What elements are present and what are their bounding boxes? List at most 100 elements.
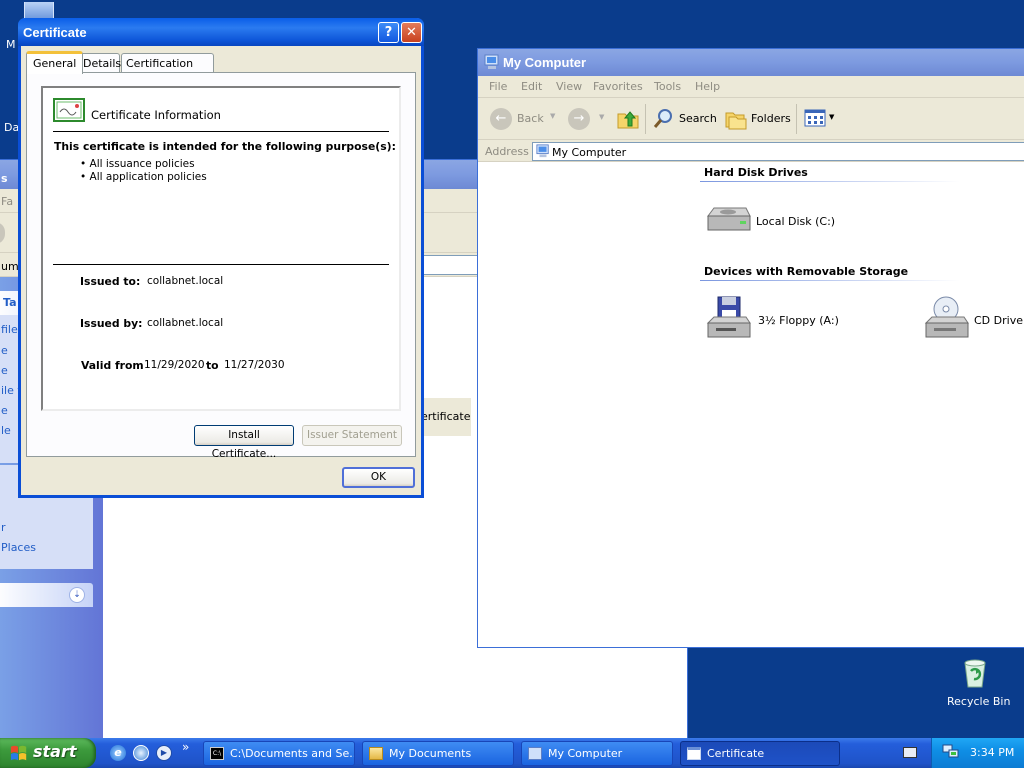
address-field[interactable]: My Computer	[532, 142, 1024, 161]
side-link-8[interactable]: e	[1, 404, 8, 417]
quick-launch-chevron[interactable]: »	[182, 740, 189, 754]
task-pane-panel-3[interactable]: ⇣	[0, 583, 93, 607]
up-folder-icon[interactable]	[616, 106, 640, 130]
floppy-drive-icon	[706, 296, 751, 338]
quick-launch-media-player-icon[interactable]: ▶	[156, 745, 172, 761]
menu-edit[interactable]: Edit	[521, 80, 542, 93]
drive-cd-rom[interactable]: CD Drive (	[922, 295, 1024, 343]
tab-label: Details	[83, 57, 122, 70]
computer-icon	[528, 747, 542, 760]
menu-favorites[interactable]: Favorites	[593, 80, 643, 93]
section-heading-removable: Devices with Removable Storage	[704, 265, 909, 278]
network-icon[interactable]	[942, 744, 960, 760]
side-link-5[interactable]: e	[1, 344, 8, 357]
my-computer-titlebar[interactable]: My Computer	[478, 49, 1024, 76]
certificate-dialog: Certificate ? ✕ General Details Certific…	[18, 18, 424, 498]
window-icon	[687, 747, 701, 760]
views-button[interactable]: ▼	[804, 108, 838, 130]
side-label-1: Fa	[1, 195, 14, 208]
taskbar-button-label: My Documents	[389, 747, 472, 760]
back-arrow-icon: ←	[490, 108, 512, 130]
menu-file[interactable]: File	[489, 80, 507, 93]
computer-icon	[484, 54, 499, 69]
chevron-down-icon[interactable]: ▼	[599, 113, 604, 121]
desktop-icon-label: M	[6, 38, 16, 51]
drive-label: CD Drive (	[974, 314, 1024, 327]
quick-launch-ie[interactable]: e	[110, 745, 126, 761]
tab-label: General	[33, 57, 77, 70]
section-divider	[700, 181, 960, 182]
taskbar-button-my-computer[interactable]: My Computer	[521, 741, 673, 766]
taskbar-button-my-documents[interactable]: My Documents	[362, 741, 514, 766]
purpose-item-application: • All application policies	[80, 171, 207, 183]
ok-button[interactable]: OK	[342, 467, 415, 488]
dialog-title: Certificate	[23, 25, 87, 40]
content-area: Hard Disk Drives Local Disk (C:) Devices…	[690, 162, 1024, 642]
side-link-6[interactable]: e	[1, 364, 8, 377]
side-link-9[interactable]: le	[1, 424, 11, 437]
folders-icon	[725, 112, 747, 130]
side-label-0: s	[1, 172, 8, 185]
clock[interactable]: 3:34 PM	[970, 746, 1014, 759]
section-divider	[700, 280, 960, 281]
address-value: My Computer	[552, 146, 627, 159]
address-bar: Address My Computer	[478, 140, 1024, 162]
views-icon	[804, 109, 826, 127]
taskbar-button-cmd[interactable]: C:\ C:\Documents and Se...	[203, 741, 355, 766]
button-label: OK	[370, 471, 387, 483]
menu-view[interactable]: View	[556, 80, 582, 93]
back-arrow-icon[interactable]	[0, 222, 5, 244]
start-label: start	[33, 742, 77, 761]
search-icon	[653, 109, 672, 128]
forward-button[interactable]: →	[568, 108, 590, 130]
drive-local-disk-c[interactable]: Local Disk (C:)	[704, 202, 854, 238]
computer-icon	[536, 144, 549, 158]
folders-button[interactable]: Folders	[722, 106, 792, 132]
install-certificate-button[interactable]: Install Certificate...	[194, 425, 294, 460]
taskbar-button-label: C:\Documents and Se...	[230, 747, 355, 760]
taskbar-button-label: My Computer	[548, 747, 623, 760]
tab-certification-path[interactable]: Certification Path	[121, 53, 214, 89]
back-button[interactable]: ← Back ▼	[488, 106, 564, 132]
details-divider	[53, 264, 389, 265]
search-label: Search	[679, 112, 717, 125]
desktop-icon-label-documents[interactable]: Da	[4, 121, 19, 134]
info-divider	[53, 131, 389, 132]
cmd-icon: C:\	[210, 747, 224, 760]
file-item-certificate[interactable]: ertificate	[421, 398, 471, 436]
drive-floppy-a[interactable]: 3½ Floppy (A:)	[704, 295, 854, 343]
issuer-statement-button[interactable]: Issuer Statement	[302, 425, 402, 446]
issued-by-label: Issued by:	[80, 317, 143, 330]
taskbar-button-certificate[interactable]: Certificate	[680, 741, 840, 766]
menu-help[interactable]: Help	[695, 80, 720, 93]
tab-details[interactable]: Details	[78, 53, 122, 74]
window-title: My Computer	[503, 55, 587, 70]
desktop-icon-recycle-bin[interactable]: Recycle Bin	[940, 655, 1010, 711]
toolbar-separator	[645, 104, 646, 134]
side-link-places[interactable]: Places	[1, 541, 36, 554]
tab-general[interactable]: General	[26, 51, 84, 74]
tab-panel: Certificate Information This certificate…	[26, 72, 416, 460]
issued-to-value: collabnet.local	[147, 275, 224, 287]
hard-disk-icon	[707, 207, 751, 231]
search-button[interactable]: Search	[650, 106, 717, 132]
recycle-bin-label: Recycle Bin	[947, 695, 1011, 708]
double-chevron-down-icon[interactable]: ⇣	[69, 587, 85, 603]
recycle-bin-icon	[964, 659, 986, 688]
issued-to-label: Issued to:	[80, 275, 141, 288]
system-tray: 3:34 PM	[931, 738, 1024, 768]
menu-tools[interactable]: Tools	[654, 80, 681, 93]
my-computer-window: My Computer File Edit View Favorites Too…	[477, 48, 1024, 648]
quick-launch-outlook-express-icon[interactable]	[133, 745, 149, 761]
language-bar-keyboard-icon[interactable]	[903, 747, 917, 758]
side-link-4[interactable]: file	[1, 323, 18, 336]
valid-to-value: 11/27/2030	[224, 359, 285, 371]
help-button[interactable]: ?	[378, 22, 399, 43]
side-link-10[interactable]: r	[1, 521, 6, 534]
close-button[interactable]: ✕	[401, 22, 422, 43]
purpose-item-issuance: • All issuance policies	[80, 158, 195, 170]
info-heading: Certificate Information	[91, 108, 221, 122]
start-button[interactable]: start	[0, 738, 96, 768]
certificate-titlebar[interactable]: Certificate ? ✕	[18, 18, 424, 46]
toolbar: ← Back ▼ → ▼ Search Folders ▼	[478, 98, 1024, 140]
